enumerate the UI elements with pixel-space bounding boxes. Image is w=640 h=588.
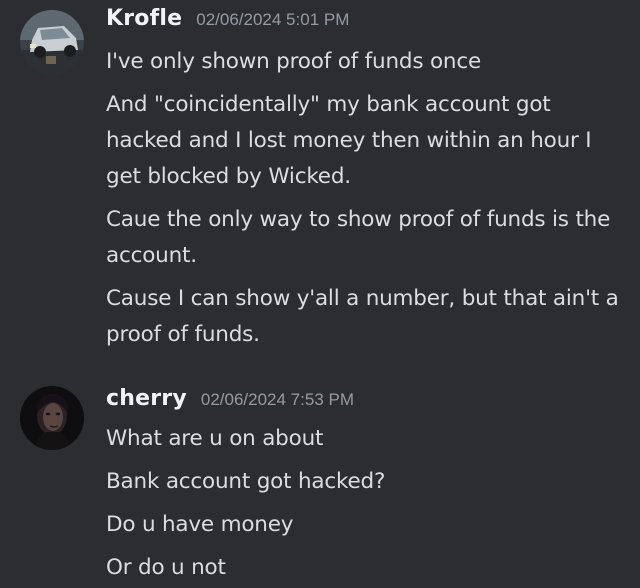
message-header: cherry 02/06/2024 7:53 PM (106, 386, 354, 420)
message-text: I've only shown proof of funds once (106, 49, 481, 74)
message-text: Or do u not (106, 555, 226, 580)
message-header: Krofle 02/06/2024 5:01 PM (106, 6, 349, 40)
message-lines: What are u on about Bank account got hac… (106, 421, 626, 588)
avatar[interactable] (20, 386, 84, 450)
message-text: Bank account got hacked? (106, 469, 386, 494)
message-text: Cause I can show y'all a number, but tha… (106, 286, 619, 347)
portrait-photo-avatar-icon (20, 386, 84, 450)
chat-view: Krofle 02/06/2024 5:01 PM I've only show… (0, 0, 640, 588)
username[interactable]: Krofle (106, 6, 182, 31)
username[interactable]: cherry (106, 386, 187, 411)
message-text: And "coincidentally" my bank account got… (106, 92, 592, 189)
car-photo-avatar-icon (20, 10, 84, 74)
timestamp: 02/06/2024 7:53 PM (200, 390, 354, 409)
message-text: What are u on about (106, 426, 324, 451)
message-text: Caue the only way to show proof of funds… (106, 207, 611, 268)
timestamp: 02/06/2024 5:01 PM (196, 10, 350, 29)
message-lines: I've only shown proof of funds once And … (106, 44, 626, 360)
message-text: Do u have money (106, 512, 294, 537)
avatar[interactable] (20, 10, 84, 74)
